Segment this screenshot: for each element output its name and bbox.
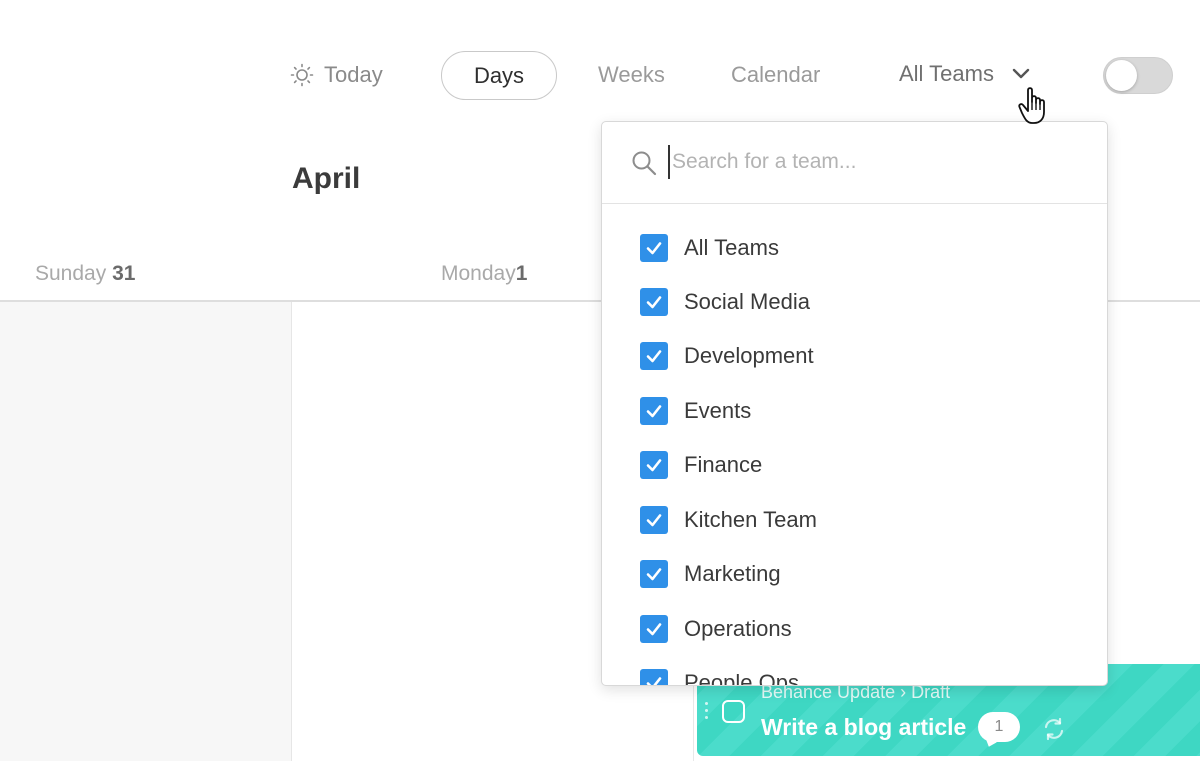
- team-checkbox[interactable]: [640, 560, 668, 588]
- team-checkbox[interactable]: [640, 451, 668, 479]
- team-checkbox[interactable]: [640, 288, 668, 316]
- day-header-monday: Monday1: [441, 262, 527, 286]
- repeat-icon[interactable]: [1041, 716, 1067, 742]
- checkmark-icon: [646, 459, 662, 472]
- tab-days[interactable]: Days: [441, 51, 557, 100]
- day-column-sunday: [0, 302, 292, 761]
- drag-handle-icon[interactable]: [705, 702, 711, 724]
- team-option-all-teams[interactable]: All Teams: [640, 232, 779, 264]
- checkmark-icon: [646, 296, 662, 309]
- team-filter-label: All Teams: [899, 61, 994, 86]
- task-title[interactable]: Write a blog article: [761, 714, 966, 741]
- team-option-people-ops[interactable]: People Ops: [640, 667, 799, 686]
- team-label: Events: [684, 398, 752, 423]
- team-checkbox[interactable]: [640, 506, 668, 534]
- team-option-events[interactable]: Events: [640, 395, 751, 427]
- task-checkbox[interactable]: [722, 700, 745, 723]
- sun-icon: [290, 63, 314, 87]
- day-name: Sunday: [35, 262, 107, 285]
- day-name: Monday: [441, 262, 516, 285]
- team-option-finance[interactable]: Finance: [640, 449, 762, 481]
- team-checkbox[interactable]: [640, 397, 668, 425]
- team-label: People Ops: [684, 670, 799, 686]
- hand-cursor-icon: [1018, 87, 1045, 124]
- team-label: All Teams: [684, 235, 779, 260]
- team-option-social-media[interactable]: Social Media: [640, 286, 810, 318]
- team-dropdown-panel: All Teams Social Media Development Event…: [601, 121, 1108, 686]
- day-number: 1: [515, 262, 528, 285]
- team-option-kitchen-team[interactable]: Kitchen Team: [640, 504, 817, 536]
- checkmark-icon: [646, 514, 662, 527]
- today-button[interactable]: Today: [290, 58, 383, 92]
- checkmark-icon: [646, 405, 662, 418]
- team-checkbox[interactable]: [640, 234, 668, 262]
- team-checkbox[interactable]: [640, 669, 668, 685]
- view-toggle[interactable]: [1103, 57, 1173, 94]
- checkmark-icon: [646, 242, 662, 255]
- checkmark-icon: [646, 350, 662, 363]
- tab-weeks[interactable]: Weeks: [598, 62, 665, 88]
- chevron-down-icon[interactable]: [1010, 63, 1032, 85]
- day-number: 31: [112, 262, 136, 285]
- day-header-sunday: Sunday 31: [35, 262, 135, 286]
- checkmark-icon: [646, 677, 662, 685]
- team-option-development[interactable]: Development: [640, 340, 814, 372]
- today-label: Today: [324, 62, 383, 87]
- checkmark-icon: [646, 568, 662, 581]
- team-search-input[interactable]: [668, 145, 1068, 179]
- team-option-marketing[interactable]: Marketing: [640, 558, 781, 590]
- team-label: Kitchen Team: [684, 507, 817, 532]
- team-label: Social Media: [684, 289, 810, 314]
- team-checkbox[interactable]: [640, 615, 668, 643]
- planner-page: Today Days Weeks Calendar All Teams Apri…: [0, 0, 1200, 761]
- team-label: Operations: [684, 616, 792, 641]
- checkmark-icon: [646, 623, 662, 636]
- team-label: Finance: [684, 452, 763, 477]
- team-checkbox[interactable]: [640, 342, 668, 370]
- search-icon: [632, 151, 657, 176]
- month-title: April: [292, 162, 361, 195]
- team-option-operations[interactable]: Operations: [640, 613, 792, 645]
- team-search-bar: [602, 122, 1107, 204]
- team-filter-dropdown[interactable]: All Teams: [899, 61, 1032, 87]
- tab-calendar[interactable]: Calendar: [731, 62, 820, 88]
- team-label: Development: [684, 343, 814, 368]
- team-label: Marketing: [684, 561, 781, 586]
- comment-count-badge[interactable]: 1: [978, 712, 1020, 742]
- toggle-knob: [1106, 60, 1137, 91]
